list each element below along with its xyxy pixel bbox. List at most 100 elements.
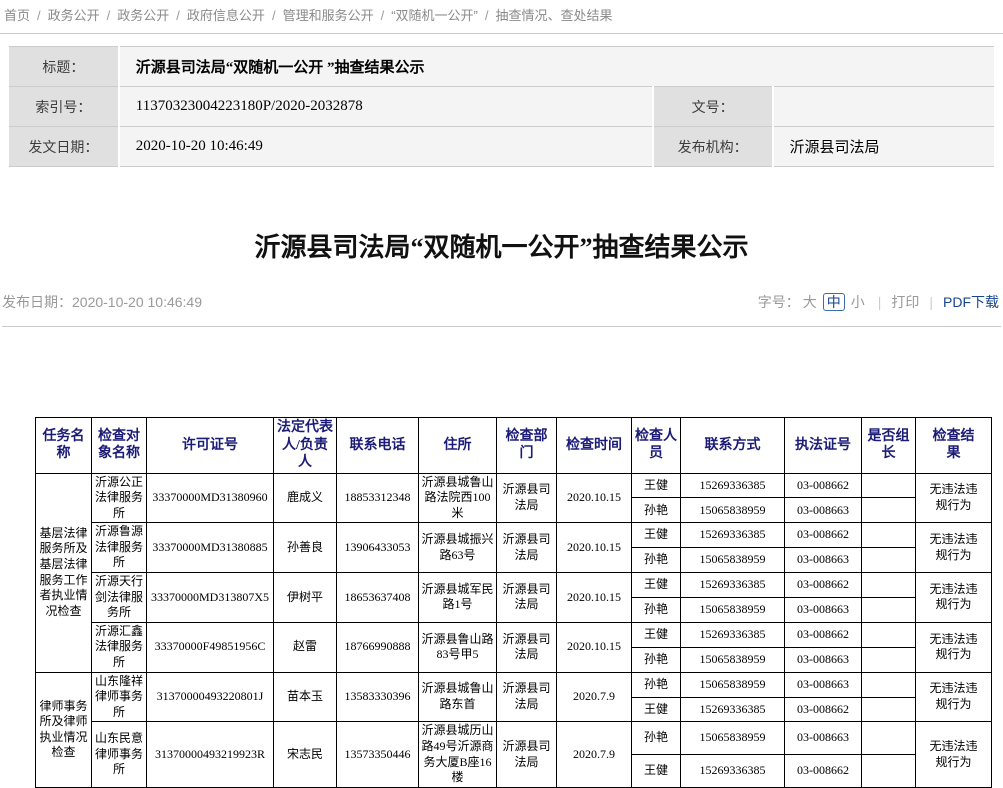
inspector-name-cell: 王健 — [632, 755, 681, 788]
cert-number-cell: 03-008663 — [785, 597, 862, 622]
phone-cell: 13906433053 — [337, 523, 419, 573]
license-cell: 33370000MD313807X5 — [147, 573, 274, 623]
date-cell: 2020.10.15 — [557, 473, 632, 523]
leader-cell — [862, 523, 916, 548]
table-row: 山东民意律师事务所31370000493219923R宋志民1357335044… — [36, 722, 992, 755]
leader-cell — [862, 755, 916, 788]
results-table-header-row: 任务名称检查对象名称许可证号法定代表人/负责人联系电话住所检查部门检查时间检查人… — [36, 418, 992, 474]
meta-title-label: 标题： — [8, 47, 119, 87]
cert-number-cell: 03-008663 — [785, 548, 862, 573]
leader-cell — [862, 672, 916, 697]
leader-cell — [862, 597, 916, 622]
date-cell: 2020.10.15 — [557, 573, 632, 623]
license-cell: 31370000493219923R — [147, 722, 274, 787]
breadcrumb-item: 抽查情况、查处结果 — [496, 8, 613, 23]
contact-cell: 15269336385 — [681, 755, 785, 788]
phone-cell: 13583330396 — [337, 672, 419, 722]
inspector-name-cell: 孙艳 — [632, 498, 681, 523]
font-size-option[interactable]: 中 — [823, 293, 845, 311]
representative-cell: 鹿成义 — [274, 473, 337, 523]
meta-issue-date-value: 2020-10-20 10:46:49 — [119, 127, 653, 167]
publish-date-value: 2020-10-20 10:46:49 — [72, 294, 202, 310]
department-cell: 沂源县司法局 — [497, 722, 557, 787]
date-cell: 2020.7.9 — [557, 722, 632, 787]
contact-cell: 15269336385 — [681, 697, 785, 722]
result-cell: 无违法违规行为 — [916, 573, 992, 623]
contact-cell: 15269336385 — [681, 622, 785, 647]
column-header: 检查时间 — [557, 418, 632, 474]
cert-number-cell: 03-008663 — [785, 672, 862, 697]
breadcrumb-item[interactable]: 政务公开 — [48, 8, 100, 23]
task-name-cell: 基层法律服务所及基层法律服务工作者执业情况检查 — [36, 473, 92, 672]
contact-cell: 15269336385 — [681, 573, 785, 598]
breadcrumb-item[interactable]: “双随机一公开” — [391, 8, 478, 23]
leader-cell — [862, 573, 916, 598]
column-header: 检查对象名称 — [92, 418, 147, 474]
address-cell: 沂源县城振兴路63号 — [419, 523, 497, 573]
phone-cell: 13573350446 — [337, 722, 419, 787]
breadcrumb-item[interactable]: 管理和服务公开 — [283, 8, 374, 23]
publish-date-label: 发布日期： — [2, 294, 72, 310]
inspector-name-cell: 王健 — [632, 473, 681, 498]
meta-title-value: 沂源县司法局“双随机一公开 ”抽查结果公示 — [119, 47, 995, 87]
representative-cell: 苗本玉 — [274, 672, 337, 722]
font-size-option[interactable]: 小 — [851, 294, 865, 310]
divider-line — [2, 326, 1001, 327]
meta-publisher-value: 沂源县司法局 — [773, 127, 995, 167]
breadcrumb-separator: / — [37, 8, 41, 23]
results-table: 任务名称检查对象名称许可证号法定代表人/负责人联系电话住所检查部门检查时间检查人… — [35, 417, 992, 788]
cert-number-cell: 03-008662 — [785, 755, 862, 788]
cert-number-cell: 03-008662 — [785, 697, 862, 722]
meta-publisher-label: 发布机构： — [653, 127, 773, 167]
license-cell: 33370000F49851956C — [147, 622, 274, 672]
meta-index-value: 11370323004223180P/2020-2032878 — [119, 87, 653, 127]
font-size-option[interactable]: 大 — [803, 294, 817, 310]
department-cell: 沂源县司法局 — [497, 622, 557, 672]
cert-number-cell: 03-008662 — [785, 523, 862, 548]
address-cell: 沂源县城鲁山路东首 — [419, 672, 497, 722]
cert-number-cell: 03-008662 — [785, 622, 862, 647]
license-cell: 31370000493220801J — [147, 672, 274, 722]
target-name-cell: 沂源汇鑫法律服务所 — [92, 622, 147, 672]
breadcrumb-item[interactable]: 首页 — [4, 8, 30, 23]
table-row: 基层法律服务所及基层法律服务工作者执业情况检查沂源公正法律服务所33370000… — [36, 473, 992, 498]
leader-cell — [862, 548, 916, 573]
target-name-cell: 山东隆祥律师事务所 — [92, 672, 147, 722]
contact-cell: 15065838959 — [681, 498, 785, 523]
breadcrumb-item[interactable]: 政府信息公开 — [187, 8, 265, 23]
phone-cell: 18853312348 — [337, 473, 419, 523]
breadcrumb-separator: / — [107, 8, 111, 23]
cert-number-cell: 03-008663 — [785, 722, 862, 755]
table-row: 沂源鲁源法律服务所33370000MD31380885孙善良1390643305… — [36, 523, 992, 548]
results-table-body: 基层法律服务所及基层法律服务工作者执业情况检查沂源公正法律服务所33370000… — [36, 473, 992, 787]
column-header: 法定代表人/负责人 — [274, 418, 337, 474]
table-row: 沂源天行剑法律服务所33370000MD313807X5伊树平186536374… — [36, 573, 992, 598]
breadcrumb-separator: / — [272, 8, 276, 23]
leader-cell — [862, 473, 916, 498]
breadcrumb: 首页/政务公开/政务公开/政府信息公开/管理和服务公开/“双随机一公开”/抽查情… — [0, 0, 1003, 34]
inspector-name-cell: 孙艳 — [632, 722, 681, 755]
result-cell: 无违法违规行为 — [916, 523, 992, 573]
leader-cell — [862, 697, 916, 722]
cert-number-cell: 03-008662 — [785, 473, 862, 498]
article-toolbar: 发布日期：2020-10-20 10:46:49 字号： 大中小 | 打印 | … — [0, 291, 1003, 313]
contact-cell: 15065838959 — [681, 722, 785, 755]
contact-cell: 15269336385 — [681, 523, 785, 548]
breadcrumb-separator: / — [381, 8, 385, 23]
font-size-label: 字号： — [758, 292, 800, 312]
print-button[interactable]: 打印 — [891, 292, 919, 312]
department-cell: 沂源县司法局 — [497, 672, 557, 722]
table-row: 律师事务所及律师执业情况检查山东隆祥律师事务所31370000493220801… — [36, 672, 992, 697]
inspector-name-cell: 王健 — [632, 523, 681, 548]
contact-cell: 15065838959 — [681, 647, 785, 672]
pdf-download-button[interactable]: PDF下载 — [943, 292, 999, 312]
column-header: 住所 — [419, 418, 497, 474]
task-name-cell: 律师事务所及律师执业情况检查 — [36, 672, 92, 787]
inspector-name-cell: 孙艳 — [632, 672, 681, 697]
license-cell: 33370000MD31380885 — [147, 523, 274, 573]
license-cell: 33370000MD31380960 — [147, 473, 274, 523]
column-header: 是否组长 — [862, 418, 916, 474]
inspector-name-cell: 孙艳 — [632, 597, 681, 622]
column-header: 检查结果 — [916, 418, 992, 474]
breadcrumb-item[interactable]: 政务公开 — [117, 8, 169, 23]
